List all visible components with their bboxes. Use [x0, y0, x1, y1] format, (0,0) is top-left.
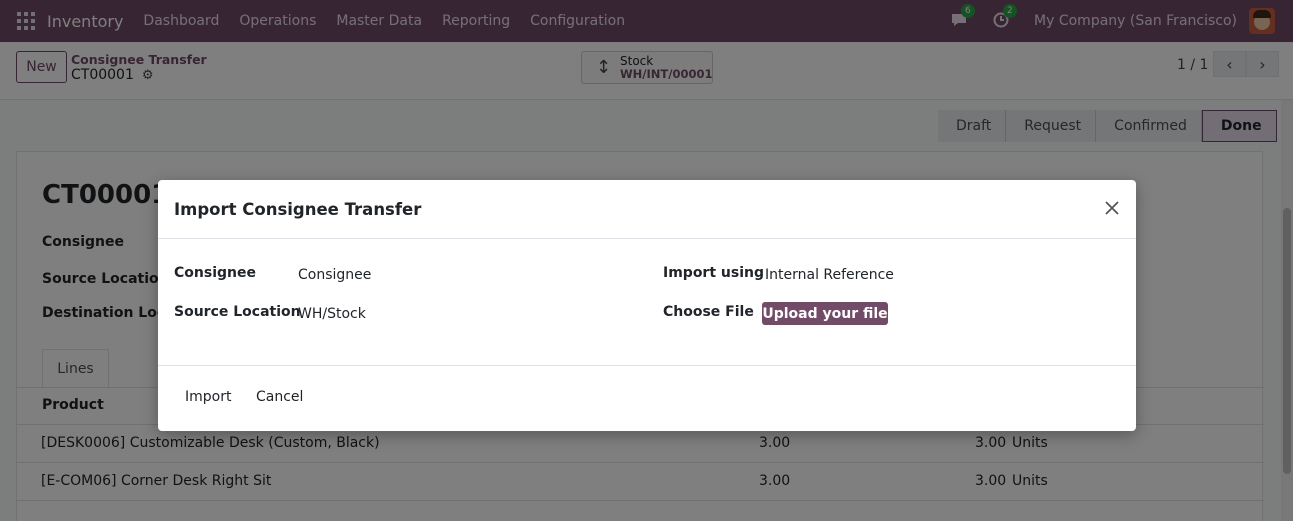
- dialog-title: Import Consignee Transfer: [174, 200, 422, 219]
- choose-file-label: Choose File: [663, 304, 754, 320]
- dialog-consignee-field[interactable]: Consignee: [298, 267, 371, 283]
- import-using-field[interactable]: Internal Reference: [765, 267, 894, 283]
- upload-file-button[interactable]: Upload your file: [762, 302, 888, 325]
- dialog-source-location-label: Source Location: [174, 304, 301, 320]
- dialog-source-location-field[interactable]: WH/Stock: [298, 306, 366, 322]
- import-button[interactable]: Import: [185, 389, 231, 405]
- close-icon[interactable]: [1102, 198, 1122, 218]
- dialog-consignee-label: Consignee: [174, 265, 256, 281]
- import-dialog: Import Consignee Transfer Consignee Cons…: [158, 180, 1136, 431]
- cancel-button[interactable]: Cancel: [256, 389, 303, 405]
- import-using-label: Import using: [663, 265, 764, 281]
